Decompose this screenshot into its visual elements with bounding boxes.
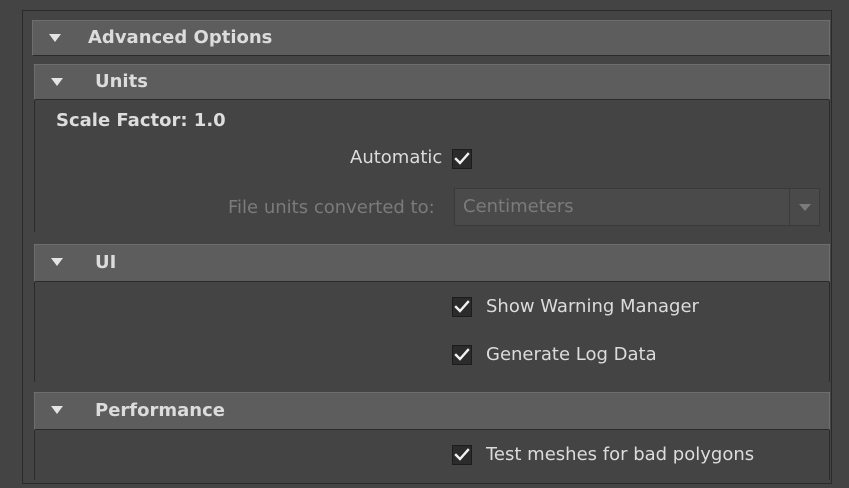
section-header-units[interactable]: Units [34,64,830,100]
triangle-down-icon [49,34,61,42]
file-units-dropdown[interactable]: Centimeters [454,188,820,226]
checkmark-icon [454,152,470,165]
show-warning-manager-label: Show Warning Manager [486,296,699,317]
file-units-label: File units converted to: [228,197,435,218]
scale-factor-label: Scale Factor: 1.0 [56,110,226,131]
test-meshes-label: Test meshes for bad polygons [486,444,755,465]
dropdown-button [789,189,819,225]
triangle-down-icon [51,258,63,266]
file-units-value: Centimeters [463,196,574,217]
section-header-performance[interactable]: Performance [34,392,830,430]
triangle-down-icon [51,406,63,414]
generate-log-data-label: Generate Log Data [486,344,657,365]
generate-log-data-checkbox[interactable] [452,345,472,365]
section-header-ui[interactable]: UI [34,244,830,282]
fbx-advanced-options-panel: Advanced Options Units Scale Factor: 1.0… [0,0,849,488]
automatic-label: Automatic [350,147,443,168]
automatic-checkbox[interactable] [452,149,472,169]
checkmark-icon [454,448,470,461]
ui-section-body [34,282,830,382]
section-title: Advanced Options [88,27,273,48]
test-meshes-checkbox[interactable] [452,445,472,465]
chevron-down-icon [799,204,811,211]
checkmark-icon [454,348,470,361]
show-warning-manager-checkbox[interactable] [452,297,472,317]
triangle-down-icon [51,78,63,86]
section-title: Performance [95,400,225,421]
checkmark-icon [454,300,470,313]
section-title: UI [95,252,117,273]
section-title: Units [95,71,148,92]
section-header-advanced-options[interactable]: Advanced Options [32,20,830,56]
